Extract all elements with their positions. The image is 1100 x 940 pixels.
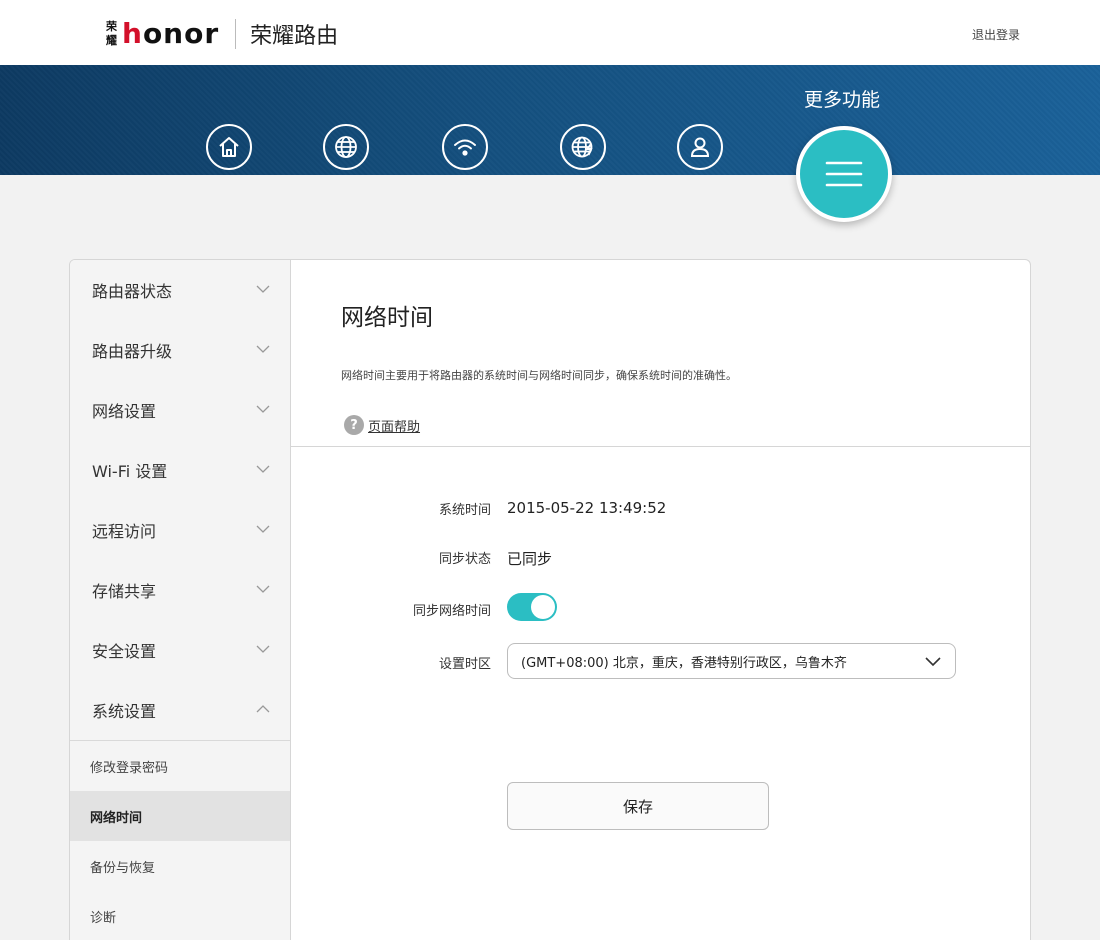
sidebar-item[interactable]: 路由器升级 — [70, 320, 290, 380]
app-title: 荣耀路由 — [250, 24, 339, 49]
chevron-down-icon — [256, 285, 270, 293]
sidebar-item-label: Wi-Fi 设置 — [92, 462, 168, 481]
submenu-item[interactable]: 备份与恢复 — [70, 841, 290, 891]
header-divider — [291, 446, 1030, 447]
settings-card: 路由器状态路由器升级网络设置 Wi-Fi 设置 远程访问存储共享安全设置系统设置 修… — [69, 259, 1031, 940]
chevron-up-icon — [256, 705, 270, 713]
nav-banner: 更多功能 — [0, 65, 1100, 175]
honor-logo: 荣 耀 honor 荣耀路由 — [106, 18, 338, 50]
logo-seal-char-1: 荣 — [106, 20, 117, 33]
sidebar: 路由器状态路由器升级网络设置 Wi-Fi 设置 远程访问存储共享安全设置系统设置 修… — [70, 260, 291, 940]
logo-divider — [235, 19, 237, 49]
sidebar-item-label: 路由器状态 — [92, 282, 173, 301]
submenu-item[interactable]: 诊断 — [70, 891, 290, 940]
logo-seal: 荣 耀 — [106, 21, 118, 47]
more-features-label: 更多功能 — [804, 89, 881, 111]
system-time-value: 2015-05-22 13:49:52 — [507, 499, 667, 517]
menu-icon — [825, 161, 863, 187]
sidebar-item[interactable]: 路由器状态 — [70, 260, 290, 320]
chevron-down-icon — [256, 525, 270, 533]
page-title: 网络时间 — [341, 305, 433, 331]
sync-network-time-label: 同步网络时间 — [412, 604, 491, 619]
sync-network-time-toggle[interactable] — [507, 593, 557, 621]
sync-status-value: 已同步 — [507, 550, 553, 568]
submenu-item[interactable]: 网络时间 — [70, 791, 290, 841]
sync-status-label: 同步状态 — [438, 552, 491, 567]
timezone-select-value: (GMT+08:00) 北京，重庆，香港特别行政区，乌鲁木齐 — [521, 655, 847, 671]
sidebar-item-label: 存储共享 — [92, 582, 157, 601]
logo-wordmark-h: h — [122, 17, 143, 50]
submenu-item[interactable]: 修改登录密码 — [70, 741, 290, 791]
chevron-down-icon — [256, 465, 270, 473]
timezone-label: 设置时区 — [438, 657, 491, 672]
sidebar-item-label: 网络设置 — [92, 402, 157, 421]
chevron-down-icon — [256, 585, 270, 593]
chevron-down-icon — [925, 657, 941, 667]
toggle-knob — [531, 595, 555, 619]
sidebar-item-label: 路由器升级 — [92, 342, 173, 361]
help-icon: ? — [344, 415, 364, 435]
logout-link[interactable]: 退出登录 — [972, 26, 1020, 43]
sidebar-item[interactable]: 安全设置 — [70, 620, 290, 680]
system-settings-submenu: 修改登录密码 网络时间 备份与恢复 诊断 — [70, 740, 290, 940]
sidebar-item[interactable]: 系统设置 — [70, 680, 290, 740]
more-features-button[interactable] — [796, 126, 892, 222]
logo-seal-char-2: 耀 — [106, 34, 117, 47]
home-icon[interactable] — [206, 124, 252, 170]
wifi-icon[interactable] — [442, 124, 488, 170]
main-content: 网络时间 网络时间主要用于将路由器的系统时间与网络时间同步，确保系统时间的准确性… — [291, 260, 1030, 940]
system-time-label: 系统时间 — [438, 503, 491, 518]
page-help-link[interactable]: ? 页面帮助 — [344, 415, 420, 435]
logo-wordmark-rest: onor — [142, 17, 220, 50]
sidebar-item-label: 安全设置 — [92, 642, 157, 661]
user-icon[interactable] — [677, 124, 723, 170]
globe-lightning-icon[interactable] — [560, 124, 606, 170]
top-bar: 荣 耀 honor 荣耀路由 退出登录 — [0, 0, 1100, 65]
timezone-select[interactable]: (GMT+08:00) 北京，重庆，香港特别行政区，乌鲁木齐 — [507, 643, 956, 679]
sidebar-item[interactable]: 网络设置 — [70, 380, 290, 440]
logo-wordmark: honor — [122, 20, 219, 48]
sidebar-item-label: 系统设置 — [92, 702, 157, 721]
page-description: 网络时间主要用于将路由器的系统时间与网络时间同步，确保系统时间的准确性。 — [341, 369, 737, 382]
save-button[interactable]: 保存 — [507, 782, 769, 830]
sidebar-item[interactable]: 存储共享 — [70, 560, 290, 620]
sidebar-item[interactable]: Wi-Fi 设置 — [70, 440, 290, 500]
chevron-down-icon — [256, 405, 270, 413]
chevron-down-icon — [256, 345, 270, 353]
page-help-label: 页面帮助 — [368, 419, 421, 435]
sidebar-item[interactable]: 远程访问 — [70, 500, 290, 560]
chevron-down-icon — [256, 645, 270, 653]
globe-icon[interactable] — [323, 124, 369, 170]
sidebar-item-label: 远程访问 — [92, 522, 157, 541]
